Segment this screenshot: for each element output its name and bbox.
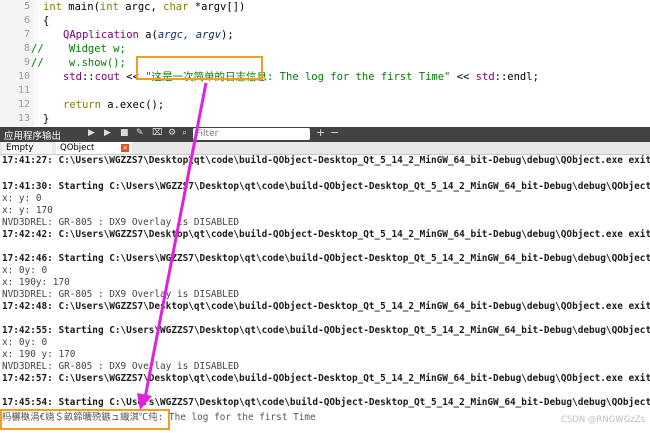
search-icon: ⌕	[182, 128, 188, 138]
output-log[interactable]: 17:41:27: C:\Users\WGZZS7\Desktop\qt\cod…	[0, 155, 650, 433]
output-line: 17:42:48: C:\Users\WGZZS7\Desktop\qt\cod…	[2, 301, 650, 312]
filter-input[interactable]: Filter	[193, 128, 310, 140]
output-line: x: 0y: 0	[2, 265, 48, 276]
panel-title: 应用程序输出	[4, 131, 62, 142]
output-line: x: y: 0	[2, 193, 42, 204]
stop-icon[interactable]: ■	[120, 128, 129, 138]
output-line: 17:42:42: C:\Users\WGZZS7\Desktop\qt\cod…	[2, 229, 650, 240]
settings-icon[interactable]: ⚙	[168, 128, 176, 138]
output-line: x: 190y: 170	[2, 277, 70, 288]
code-line: {	[43, 15, 50, 27]
run-icon[interactable]: ▶	[104, 128, 111, 138]
output-line: 17:45:54: Starting C:\Users\WGZZS7\Deskt…	[2, 397, 650, 408]
tab-empty[interactable]: Empty	[2, 142, 52, 154]
output-line: 17:42:57: C:\Users\WGZZS7\Desktop\qt\cod…	[2, 373, 650, 384]
code-line: return a.exec();	[63, 99, 165, 111]
code-line: QApplication a(argc, argv);	[63, 29, 234, 41]
tab-qobject[interactable]: QObject ×	[56, 142, 132, 154]
line-number: 12	[17, 99, 30, 110]
output-line: 17:42:46: Starting C:\Users\WGZZS7\Deskt…	[2, 253, 650, 264]
output-line: NVD3DREL: GR-805 : DX9 Overlay is DISABL…	[2, 289, 240, 300]
output-line: x: y: 170	[2, 205, 53, 216]
output-line: 17:41:30: Starting C:\Users\WGZZS7\Deskt…	[2, 181, 650, 192]
line-number: 10	[17, 71, 30, 82]
code-line: // w.show();	[31, 57, 126, 69]
output-line: NVD3DREL: GR-805 : DX9 Overlay is DISABL…	[2, 361, 240, 372]
rerun-icon[interactable]: ▶	[88, 128, 95, 138]
zoom-out-button[interactable]: −	[330, 126, 339, 139]
line-number: 13	[17, 113, 30, 124]
line-number: 11	[17, 85, 30, 96]
output-line: 17:42:55: Starting C:\Users\WGZZS7\Deskt…	[2, 325, 650, 336]
clear-icon[interactable]: ⌧	[152, 128, 162, 138]
watermark: CSDN @RNGWGzZs	[561, 415, 645, 425]
line-number: 7	[23, 29, 30, 40]
application-output-toolbar: 应用程序输出 ▶ ▶ ■ ✎ ⌧ ⚙ ⌕ Filter + −	[0, 126, 650, 142]
line-number: 5	[23, 1, 30, 12]
highlight-box-source	[136, 56, 263, 80]
code-editor[interactable]: 5 6 7 8 9 10 11 12 13 int main(int argc,…	[0, 0, 650, 127]
output-tab-bar: Empty QObject ×	[0, 142, 650, 155]
highlight-box-output	[0, 409, 170, 430]
line-number: 9	[23, 57, 30, 68]
output-line: x: 190 y: 170	[2, 349, 76, 360]
close-icon[interactable]: ×	[121, 144, 129, 152]
output-line: NVD3DREL: GR-805 : DX9 Overlay is DISABL…	[2, 217, 240, 228]
code-line: // Widget w;	[31, 43, 126, 55]
zoom-in-button[interactable]: +	[316, 126, 325, 139]
code-line: }	[43, 113, 50, 125]
output-line: 17:41:27: C:\Users\WGZZS7\Desktop\qt\cod…	[2, 155, 650, 166]
line-number: 8	[23, 43, 30, 54]
output-line: x: 0y: 0	[2, 337, 48, 348]
line-number: 6	[23, 15, 30, 26]
code-line: int main(int argc, char *argv[])	[43, 1, 246, 13]
code-line: std::cout << "这是一次简单的日志信息: The log for t…	[63, 71, 539, 83]
attach-icon[interactable]: ✎	[136, 128, 144, 138]
line-number-gutter: 5 6 7 8 9 10 11 12 13	[0, 0, 35, 127]
